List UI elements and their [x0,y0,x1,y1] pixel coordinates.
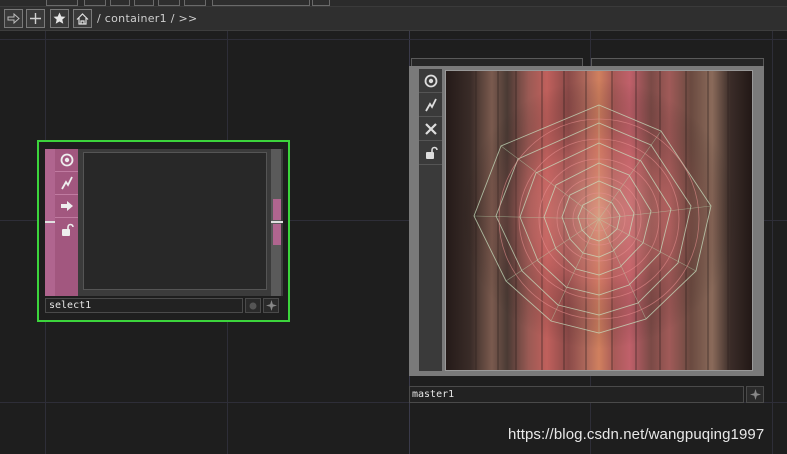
sparkle-icon [265,300,277,311]
close-toggle[interactable] [419,117,442,141]
bypass-icon [60,176,73,190]
arrow-right-icon [7,13,20,24]
render-preview-image [446,71,752,370]
lock-icon [425,146,438,159]
viewer-icon [60,153,73,167]
plus-icon [30,13,41,24]
close-icon [424,122,437,135]
dot-icon [249,302,257,309]
node-top-tab [591,58,764,66]
display-flag[interactable] [263,298,279,313]
node-body [45,149,283,296]
home-button[interactable] [73,9,92,28]
star-icon [53,12,66,24]
node-top-tab [411,58,583,66]
export-icon [60,201,73,211]
bypass-toggle[interactable] [419,93,442,117]
output-connector[interactable] [273,224,281,245]
render-flag[interactable] [245,298,261,313]
lock-icon [61,223,74,236]
add-button[interactable] [26,9,45,28]
toolbar-fragment[interactable] [158,0,180,6]
toolbar-fragment[interactable] [134,0,154,6]
watermark: https://blog.csdn.net/wangpuqing1997 [508,426,765,443]
toolbar-fragment[interactable] [184,0,206,6]
sparkle-icon [749,389,761,400]
toolbar-fragment[interactable] [312,0,330,6]
viewer-icon [424,74,437,87]
viewer-toggle[interactable] [55,149,78,172]
output-connector[interactable] [273,199,281,220]
node-name-field[interactable]: master1 [409,386,744,403]
export-toggle[interactable] [55,195,78,218]
network-path[interactable]: / container1 / >> [97,12,198,25]
lock-toggle[interactable] [55,218,78,241]
grid-line [772,31,773,454]
node-body [409,66,764,376]
node-flag-column [419,69,442,371]
node-flag-column [55,149,78,296]
path-bar: / container1 / >> [0,7,787,31]
bypass-icon [424,98,437,111]
top-toolbar-strip [0,0,787,7]
home-icon [76,12,89,25]
node-name-field[interactable]: select1 [45,298,243,313]
bypass-toggle[interactable] [55,172,78,195]
node-viewer[interactable] [83,152,267,290]
toolbar-fragment[interactable] [212,0,310,6]
input-wire [45,221,55,223]
viewer-toggle[interactable] [419,69,442,93]
output-wire [271,221,283,223]
toolbar-fragment[interactable] [110,0,130,6]
toolbar-fragment[interactable] [84,0,106,6]
forward-button[interactable] [4,9,23,28]
display-flag[interactable] [746,386,764,403]
favorite-button[interactable] [50,9,69,28]
toolbar-fragment[interactable] [46,0,78,6]
master-node[interactable]: master1 [409,58,764,403]
select-node[interactable]: select1 [37,140,290,322]
lock-toggle[interactable] [419,141,442,165]
node-viewer[interactable] [445,70,753,371]
grid-line [0,39,787,40]
